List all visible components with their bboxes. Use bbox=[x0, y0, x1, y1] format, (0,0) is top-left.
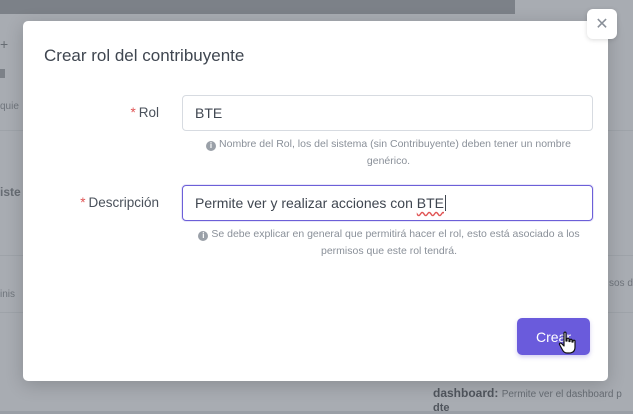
required-mark: * bbox=[130, 105, 136, 120]
rol-help-message: Nombre del Rol, los del sistema (sin Con… bbox=[219, 138, 571, 167]
descripcion-help-text: i Se debe explicar en general que permiti… bbox=[183, 226, 595, 260]
create-button[interactable]: Crear bbox=[517, 318, 590, 355]
descripcion-label: * Descripción bbox=[63, 195, 159, 210]
spellcheck-misspelled-word: BTE bbox=[416, 195, 444, 211]
descripcion-help-message: Se debe explicar en general que permitir… bbox=[211, 228, 580, 257]
required-mark: * bbox=[80, 195, 86, 210]
text-caret bbox=[445, 195, 446, 211]
create-role-modal: Crear rol del contribuyente * Rol BTE i No… bbox=[23, 21, 608, 381]
info-icon: i bbox=[198, 230, 209, 241]
info-icon: i bbox=[206, 140, 217, 151]
rol-input-value: BTE bbox=[195, 105, 223, 121]
rol-input[interactable]: BTE bbox=[182, 95, 593, 131]
rol-label-text: Rol bbox=[138, 105, 159, 120]
descripcion-label-text: Descripción bbox=[88, 195, 159, 210]
rol-help-text: i Nombre del Rol, los del sistema (sin Co… bbox=[191, 136, 586, 170]
rol-label: * Rol bbox=[109, 105, 159, 120]
close-icon: ✕ bbox=[595, 16, 609, 33]
hand-pointer-icon bbox=[558, 331, 576, 354]
descripcion-input[interactable]: Permite ver y realizar acciones con BTE bbox=[182, 185, 593, 221]
close-modal-button[interactable]: ✕ bbox=[587, 9, 617, 39]
descripcion-input-value: Permite ver y realizar acciones con bbox=[195, 195, 417, 211]
modal-title: Crear rol del contribuyente bbox=[44, 46, 245, 65]
